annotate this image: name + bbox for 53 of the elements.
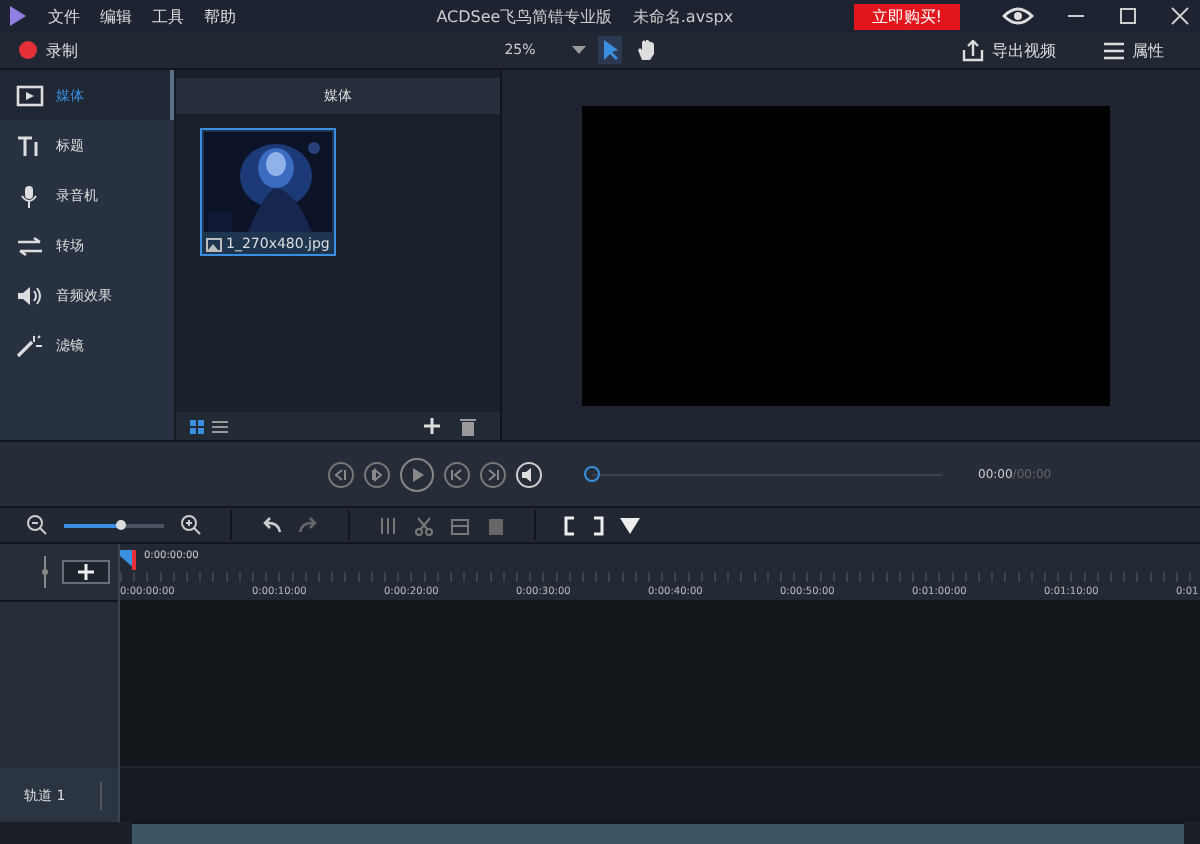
pointer-icon[interactable] [598, 36, 622, 64]
copy-icon[interactable] [450, 515, 470, 535]
export-video-button[interactable]: 导出视频 [950, 37, 1068, 63]
add-track-button[interactable] [62, 560, 110, 584]
image-file-icon [206, 237, 222, 251]
marker-icon[interactable] [620, 516, 640, 534]
previous-icon[interactable] [328, 461, 354, 487]
skip-forward-icon[interactable] [480, 461, 506, 487]
next-frame-icon[interactable] [364, 461, 390, 487]
record-button[interactable]: 录制 [0, 39, 480, 61]
record-icon [18, 40, 38, 60]
timeline-zoom-slider[interactable] [64, 523, 164, 527]
mark-out-icon[interactable] [592, 515, 604, 535]
menu-item[interactable]: 工具 [152, 5, 184, 27]
mark-in-icon[interactable] [564, 515, 576, 535]
skip-back-icon[interactable] [444, 461, 470, 487]
grid-view-icon[interactable] [190, 419, 204, 433]
zoom-out-icon[interactable] [26, 514, 48, 536]
scissors-icon[interactable] [414, 515, 434, 535]
menu-item[interactable]: 文件 [48, 5, 80, 27]
properties-button[interactable]: 属性 [1092, 37, 1176, 63]
paste-icon[interactable] [486, 515, 506, 535]
add-icon[interactable] [424, 418, 440, 434]
filter-icon [16, 333, 44, 357]
menu-item[interactable]: 帮助 [204, 5, 236, 27]
zoom-in-icon[interactable] [180, 514, 202, 536]
trash-icon[interactable] [460, 417, 476, 435]
undo-icon[interactable] [260, 516, 282, 534]
title-icon [16, 133, 44, 157]
slider-thumb[interactable] [584, 465, 600, 481]
maximize-icon[interactable] [1118, 6, 1138, 26]
volume-icon[interactable] [516, 461, 542, 487]
menu-item[interactable]: 编辑 [100, 5, 132, 27]
redo-icon[interactable] [298, 516, 320, 534]
media-icon [16, 83, 44, 107]
split-icon[interactable] [378, 515, 398, 535]
buy-now-button[interactable]: 立即购买! [853, 3, 960, 29]
playhead-icon[interactable] [120, 550, 136, 570]
transition-icon [16, 233, 44, 257]
list-icon [1104, 41, 1124, 59]
hand-icon[interactable] [634, 36, 660, 64]
track-height-icon[interactable] [40, 556, 50, 588]
close-icon[interactable] [1170, 6, 1190, 26]
window-title: ACDSee飞鸟简错专业版 未命名.avspx [434, 5, 736, 27]
dropdown-arrow-icon[interactable] [572, 45, 586, 55]
app-logo-icon [8, 4, 28, 28]
play-icon[interactable] [400, 457, 434, 491]
eye-icon[interactable] [1002, 6, 1034, 26]
horizontal-scrollbar[interactable] [132, 822, 1184, 844]
list-view-icon[interactable] [212, 419, 228, 433]
export-icon [962, 39, 984, 61]
audio-icon [16, 283, 44, 307]
add-icon [78, 564, 94, 580]
